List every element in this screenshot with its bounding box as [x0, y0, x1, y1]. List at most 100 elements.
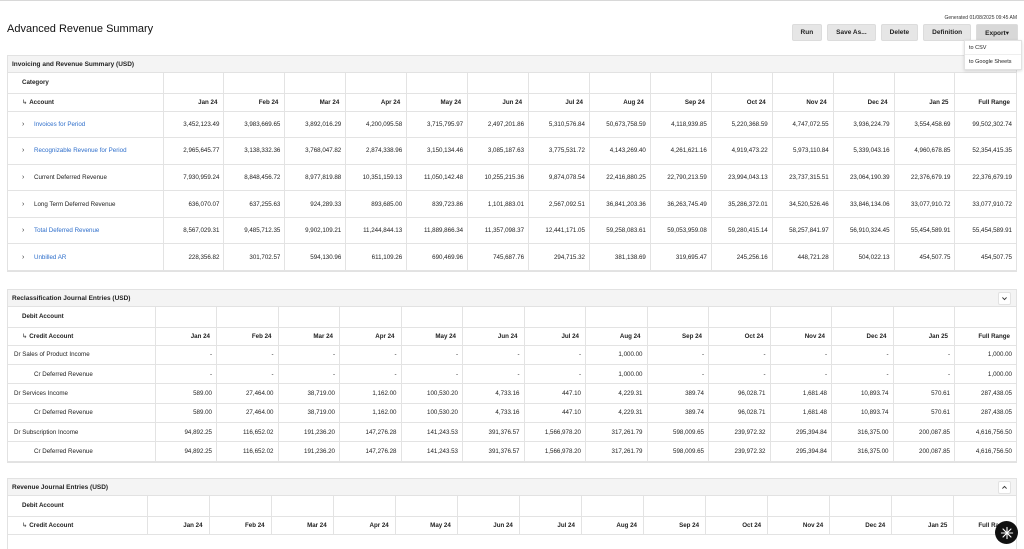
value-cell: 35,286,372.01: [711, 190, 773, 218]
generated-timestamp: Generated 01/08/2025 09:45 AM: [944, 15, 1017, 21]
month-header: May 24: [401, 327, 463, 346]
value-cell: 3,983,669.65: [223, 111, 286, 139]
value-cell: 33,077,910.72: [954, 190, 1016, 218]
value-cell: 389.74: [647, 383, 709, 404]
value-cell: 1,681.48: [770, 403, 832, 424]
table-row: Dr Sales of Product Income - - - - - - -1,000.0…: [8, 345, 1016, 365]
account-link[interactable]: Invoices for Period: [34, 121, 85, 128]
chevron-right-icon[interactable]: ›: [22, 147, 34, 154]
value-cell: 22,376,679.19: [894, 164, 956, 192]
collapse-toggle-button[interactable]: [998, 292, 1011, 305]
chevron-right-icon[interactable]: ›: [22, 227, 34, 234]
month-header: Jan 24: [155, 327, 217, 346]
chevron-right-icon[interactable]: ›: [22, 201, 34, 208]
value-cell: 141,243.53: [401, 441, 463, 462]
account-label: Cr Deferred Revenue: [8, 403, 156, 424]
value-cell: 2,567,092.51: [528, 190, 590, 218]
value-cell: -: [339, 345, 402, 365]
header-spacer-cell: [528, 73, 590, 94]
value-cell: 23,737,315.51: [772, 164, 834, 192]
value-cell: -: [216, 364, 279, 385]
month-header: Jan 25: [894, 93, 956, 112]
month-header: Jun 24: [462, 327, 525, 346]
chevron-right-icon[interactable]: ›: [22, 254, 34, 261]
value-cell: 5,973,110.84: [772, 137, 834, 165]
value-cell: 3,085,187.63: [467, 137, 530, 165]
header-spacer-cell: [829, 496, 893, 517]
month-header: Jul 24: [524, 327, 586, 346]
value-cell: 4,261,621.16: [650, 137, 712, 165]
month-header: Dec 24: [831, 327, 894, 346]
value-cell: -: [216, 345, 279, 365]
assistant-fab-button[interactable]: [995, 521, 1018, 544]
header-spacer-cell: [223, 73, 286, 94]
return-arrow-icon: ↳: [22, 332, 28, 340]
value-cell: 23,994,043.13: [711, 164, 773, 192]
value-cell: 391,376.57: [462, 422, 525, 443]
value-cell: 55,454,589.91: [954, 217, 1016, 245]
table-row: › Current Deferred Revenue 7,930,959.24 8,8…: [8, 164, 1016, 192]
row-label-cell[interactable]: › Invoices for Period: [8, 111, 164, 139]
collapse-toggle-button[interactable]: [998, 481, 1011, 494]
value-cell: -: [524, 364, 586, 385]
export-button[interactable]: Export▾: [976, 24, 1018, 41]
run-button[interactable]: Run: [791, 24, 823, 41]
value-cell: 1,566,978.20: [524, 441, 586, 462]
value-cell: 191,236.20: [278, 441, 340, 462]
value-cell: 8,848,456.72: [223, 164, 286, 192]
value-cell: -: [524, 345, 586, 365]
month-header: Nov 24: [772, 93, 834, 112]
section-header: Reclassification Journal Entries (USD): [8, 290, 1016, 307]
row-label-cell[interactable]: › Total Deferred Revenue: [8, 217, 164, 245]
value-cell: 287,438.05: [954, 383, 1016, 404]
chevron-right-icon[interactable]: ›: [22, 174, 34, 181]
account-link[interactable]: Unbilled AR: [34, 254, 66, 261]
header-spacer-cell: [589, 73, 651, 94]
month-header: Jul 24: [528, 93, 590, 112]
month-header: Jan 25: [891, 516, 955, 535]
value-cell: -: [401, 364, 463, 385]
header-label-text: Credit Account: [29, 521, 74, 529]
row-label-cell[interactable]: › Current Deferred Revenue: [8, 164, 164, 192]
value-cell: 10,893.74: [831, 403, 894, 424]
definition-button[interactable]: Definition: [923, 24, 972, 41]
value-cell: 287,438.05: [954, 403, 1016, 424]
section-title: Revenue Journal Entries (USD): [12, 483, 109, 491]
export-google-sheets-item[interactable]: to Google Sheets: [965, 55, 1021, 69]
row-label-cell[interactable]: › Long Term Deferred Revenue: [8, 190, 164, 218]
value-cell: 3,554,458.69: [894, 111, 956, 139]
value-cell: 11,357,098.37: [467, 217, 530, 245]
chevron-right-icon[interactable]: ›: [22, 121, 34, 128]
header-spacer-cell: [339, 307, 402, 328]
month-header: Nov 24: [770, 327, 832, 346]
export-csv-item[interactable]: to CSV: [965, 41, 1021, 55]
value-cell: 316,375.00: [831, 422, 894, 443]
category-header-row: Debit Account: [8, 307, 1016, 328]
row-label-cell[interactable]: › Recognizable Revenue for Period: [8, 137, 164, 165]
value-cell: 316,375.00: [831, 441, 894, 462]
table-row: Cr Deferred Revenue 94,892.25 116,652.02 19…: [8, 441, 1016, 462]
value-cell: -: [647, 364, 709, 385]
account-link[interactable]: Total Deferred Revenue: [34, 227, 99, 234]
month-header: Full Range: [954, 327, 1016, 346]
value-cell: 12,441,171.05: [528, 217, 590, 245]
value-cell: 447.10: [524, 383, 586, 404]
value-cell: 4,200,095.58: [345, 111, 408, 139]
header-spacer-cell: [284, 73, 347, 94]
row-label-cell[interactable]: › Unbilled AR: [8, 243, 164, 272]
value-cell: 317,261.79: [585, 441, 648, 462]
value-cell: 4,143,269.40: [589, 137, 651, 165]
chevron-up-icon: [1002, 485, 1007, 489]
account-label: Current Deferred Revenue: [34, 173, 107, 181]
value-cell: -: [708, 345, 771, 365]
delete-button[interactable]: Delete: [880, 24, 919, 41]
value-cell: 4,616,756.50: [954, 441, 1016, 462]
header-spacer-cell: [643, 496, 707, 517]
save-as-button[interactable]: Save As...: [827, 24, 876, 41]
value-cell: 55,454,589.91: [894, 217, 956, 245]
account-link[interactable]: Recognizable Revenue for Period: [34, 147, 127, 154]
value-cell: 59,258,083.61: [589, 217, 651, 245]
value-cell: 38,719.00: [278, 403, 340, 424]
value-cell: 147,276.28: [339, 441, 402, 462]
header-spacer-cell: [401, 307, 463, 328]
